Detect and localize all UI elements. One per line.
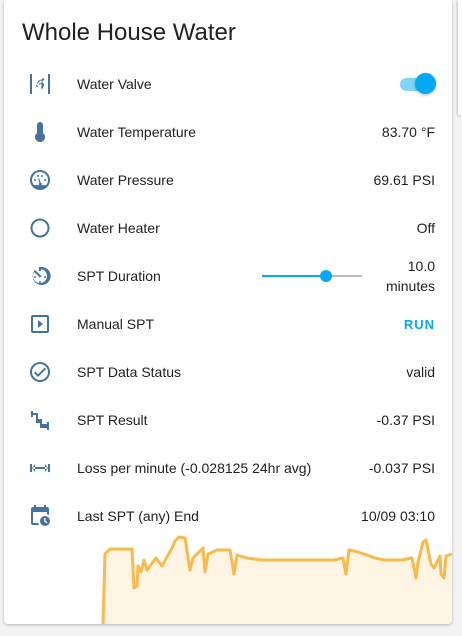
pipe-icon bbox=[28, 408, 52, 432]
row-value: -0.37 PSI bbox=[376, 412, 435, 428]
row-label: SPT Data Status bbox=[77, 364, 182, 380]
row-label: Loss per minute (-0.028125 24hr avg) bbox=[77, 460, 312, 476]
graph-area bbox=[103, 537, 452, 624]
duration-number: 10.0 bbox=[407, 258, 435, 274]
row-spt-duration[interactable]: SPT Duration 10.0 minutes bbox=[4, 252, 452, 300]
row-value: 10/09 03:10 bbox=[361, 508, 435, 524]
water-card: Whole House Water Water Valve Water Temp… bbox=[4, 0, 452, 624]
history-graph bbox=[101, 535, 452, 624]
duration-value: 10.0 minutes bbox=[365, 252, 435, 300]
row-label: Water Temperature bbox=[77, 124, 197, 140]
check-circle-icon bbox=[28, 360, 52, 384]
row-manual-spt[interactable]: Manual SPT RUN bbox=[4, 300, 452, 348]
row-water-heater[interactable]: Water Heater Off bbox=[4, 204, 452, 252]
gauge-icon bbox=[28, 168, 52, 192]
row-value: valid bbox=[406, 364, 435, 380]
row-label: Water Heater bbox=[77, 220, 160, 236]
row-label: Water Valve bbox=[77, 76, 152, 92]
slider-thumb[interactable] bbox=[320, 270, 332, 282]
row-value: 83.70 °F bbox=[381, 124, 435, 140]
adjacent-card-edge bbox=[458, 0, 462, 115]
row-label: Water Pressure bbox=[77, 172, 174, 188]
row-loss-per-minute[interactable]: Loss per minute (-0.028125 24hr avg) -0.… bbox=[4, 444, 452, 492]
row-label: Manual SPT bbox=[77, 316, 155, 332]
row-value: 69.61 PSI bbox=[373, 172, 436, 188]
card-title: Whole House Water bbox=[22, 19, 236, 46]
row-water-valve[interactable]: Water Valve bbox=[4, 60, 452, 108]
slider-fill bbox=[262, 275, 326, 277]
thermometer-icon bbox=[28, 120, 52, 144]
toggle-knob[interactable] bbox=[415, 73, 436, 94]
play-box-icon bbox=[28, 312, 52, 336]
row-spt-result[interactable]: SPT Result -0.37 PSI bbox=[4, 396, 452, 444]
row-label: SPT Result bbox=[77, 412, 148, 428]
row-spt-data-status[interactable]: SPT Data Status valid bbox=[4, 348, 452, 396]
water-valve-toggle[interactable] bbox=[398, 73, 436, 95]
duration-unit: minutes bbox=[385, 278, 435, 294]
row-value: -0.037 PSI bbox=[368, 460, 435, 476]
ruler-icon bbox=[28, 456, 52, 480]
timer-icon bbox=[28, 264, 52, 288]
row-label: Last SPT (any) End bbox=[77, 508, 199, 524]
row-water-temperature[interactable]: Water Temperature 83.70 °F bbox=[4, 108, 452, 156]
run-button[interactable]: RUN bbox=[404, 317, 435, 332]
row-label: SPT Duration bbox=[77, 268, 161, 284]
valve-icon bbox=[28, 72, 52, 96]
row-water-pressure[interactable]: Water Pressure 69.61 PSI bbox=[4, 156, 452, 204]
calendar-clock-icon bbox=[28, 504, 52, 528]
circle-outline-icon bbox=[28, 216, 52, 240]
spt-duration-slider[interactable] bbox=[262, 270, 362, 282]
row-value: Off bbox=[416, 220, 435, 236]
